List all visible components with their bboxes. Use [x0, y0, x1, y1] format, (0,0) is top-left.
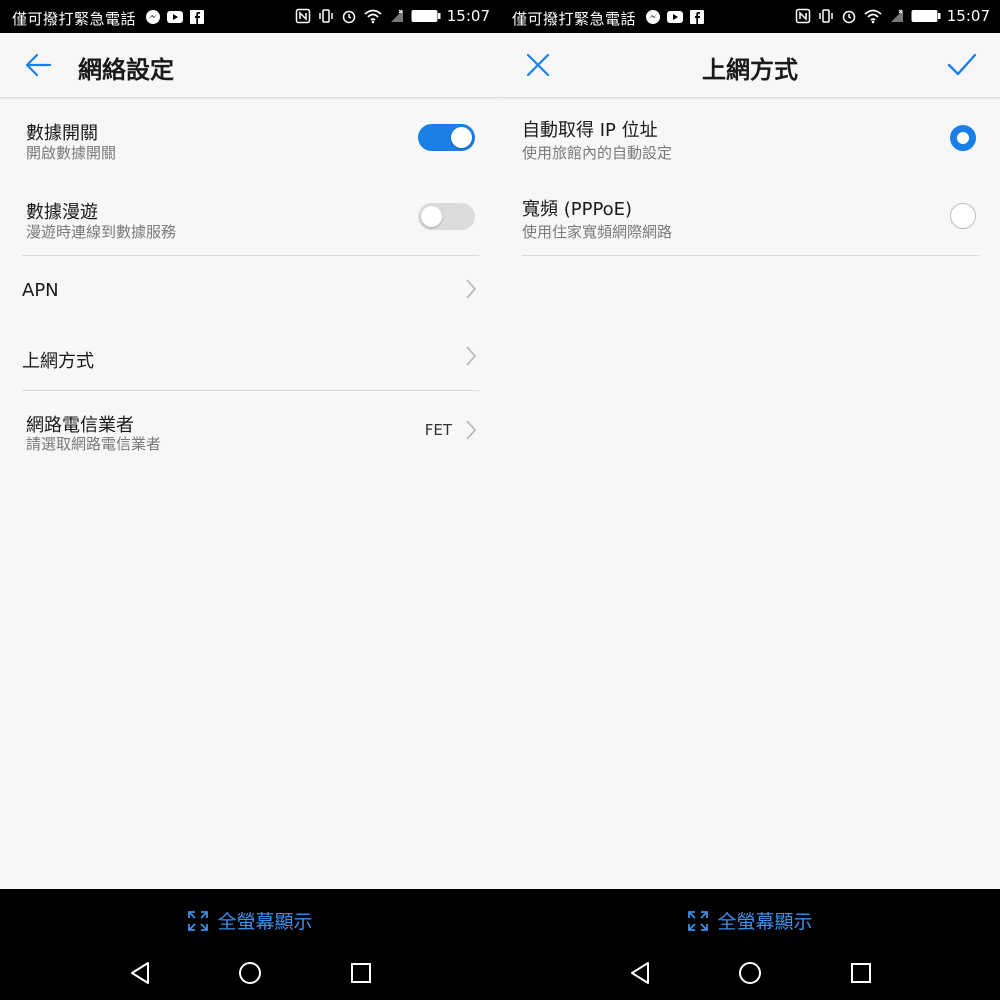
- mobile-data-subtitle: 開啟數據開關: [26, 144, 117, 162]
- nfc-icon: [795, 8, 811, 24]
- clock: 15:07: [946, 7, 990, 25]
- circle-home-icon: [739, 962, 761, 984]
- facebook-icon: [190, 10, 204, 24]
- confirm-button[interactable]: [942, 45, 982, 85]
- option-title: 自動取得 IP 位址: [522, 120, 658, 141]
- battery-icon: [411, 10, 441, 22]
- clock: 15:07: [446, 7, 490, 25]
- youtube-icon: [667, 11, 683, 23]
- status-indicators: 15:07: [295, 7, 490, 25]
- emergency-calls-only-text: 僅可撥打緊急電話: [512, 10, 637, 28]
- app-bar: 上網方式: [500, 33, 1000, 98]
- radio-selected[interactable]: [950, 125, 976, 151]
- fullscreen-display-label: 全螢幕顯示: [217, 911, 313, 933]
- expand-icon: [688, 910, 709, 931]
- network-operator-row[interactable]: 網路電信業者 請選取網路電信業者 FET: [0, 391, 500, 471]
- mobile-data-row[interactable]: 數據開關 開啟數據開關: [0, 98, 500, 178]
- network-operator-value: FET: [424, 421, 452, 439]
- back-arrow-icon: [25, 53, 52, 77]
- nav-recents-button[interactable]: [349, 961, 373, 985]
- triangle-back-icon: [631, 962, 649, 984]
- page-title: 網絡設定: [78, 56, 174, 84]
- nav-back-button[interactable]: [128, 961, 152, 985]
- youtube-icon: [167, 11, 183, 23]
- mobile-data-toggle[interactable]: [418, 124, 475, 151]
- chevron-right-icon: [466, 346, 477, 366]
- back-button[interactable]: [18, 45, 58, 85]
- triangle-back-icon: [131, 962, 149, 984]
- nfc-icon: [295, 8, 311, 24]
- toggle-knob: [451, 127, 472, 148]
- fullscreen-display-button[interactable]: 全螢幕顯示: [500, 907, 1000, 934]
- fullscreen-display-label: 全螢幕顯示: [717, 911, 813, 933]
- square-recents-icon: [851, 963, 871, 983]
- wifi-icon: [364, 9, 382, 24]
- option-auto-ip[interactable]: 自動取得 IP 位址 使用旅館內的自動設定: [500, 98, 1000, 178]
- circle-home-icon: [239, 962, 261, 984]
- status-indicators: 15:07: [795, 7, 990, 25]
- data-roaming-toggle[interactable]: [418, 203, 475, 230]
- nav-recents-button[interactable]: [849, 961, 873, 985]
- page-title: 上網方式: [702, 56, 798, 84]
- divider: [522, 255, 979, 256]
- apn-row[interactable]: APN: [0, 256, 500, 323]
- connection-method-row[interactable]: 上網方式: [0, 323, 500, 390]
- fullscreen-display-button[interactable]: 全螢幕顯示: [0, 907, 500, 934]
- wifi-icon: [864, 9, 882, 24]
- battery-icon: [911, 10, 941, 22]
- app-bar: 網絡設定: [0, 33, 500, 98]
- expand-icon: [188, 910, 209, 931]
- notification-icons: [645, 9, 705, 25]
- connection-method-label: 上網方式: [22, 351, 94, 372]
- nav-home-button[interactable]: [238, 961, 262, 985]
- radio-unselected[interactable]: [950, 203, 976, 229]
- facebook-icon: [690, 10, 704, 24]
- alarm-icon: [842, 10, 856, 24]
- chevron-right-icon: [466, 279, 477, 299]
- toggle-knob: [421, 206, 442, 227]
- nav-back-button[interactable]: [628, 961, 652, 985]
- status-bar: 僅可撥打緊急電話 15:07: [0, 0, 500, 33]
- option-title: 寬頻 (PPPoE): [522, 199, 633, 220]
- messenger-icon: [146, 10, 160, 24]
- messenger-icon: [646, 10, 660, 24]
- vibrate-icon: [319, 9, 333, 23]
- chevron-right-icon: [466, 420, 477, 440]
- connection-method-screen: 僅可撥打緊急電話 15:07 上網方式 自動取得 IP 位址 使用旅館內的自動設…: [500, 0, 1000, 1000]
- option-subtitle: 使用住家寬頻網際網路: [522, 223, 673, 241]
- nav-home-button[interactable]: [738, 961, 762, 985]
- notification-icons: [145, 9, 205, 25]
- emergency-calls-only-text: 僅可撥打緊急電話: [12, 10, 137, 28]
- no-signal-icon: [390, 9, 403, 22]
- checkmark-icon: [947, 53, 977, 76]
- bottom-bar: 全螢幕顯示: [0, 889, 500, 1000]
- no-signal-icon: [890, 9, 903, 22]
- status-bar: 僅可撥打緊急電話 15:07: [500, 0, 1000, 33]
- data-roaming-subtitle: 漫遊時連線到數據服務: [26, 223, 177, 241]
- square-recents-icon: [351, 963, 371, 983]
- network-settings-screen: 僅可撥打緊急電話 15:07 網絡設定 數據開關 開啟數據開關 數據漫遊 漫遊時…: [0, 0, 500, 1000]
- network-operator-subtitle: 請選取網路電信業者: [26, 435, 162, 453]
- option-subtitle: 使用旅館內的自動設定: [522, 144, 673, 162]
- vibrate-icon: [819, 9, 833, 23]
- data-roaming-row[interactable]: 數據漫遊 漫遊時連線到數據服務: [0, 178, 500, 256]
- alarm-icon: [342, 10, 356, 24]
- bottom-bar: 全螢幕顯示: [500, 889, 1000, 1000]
- apn-label: APN: [22, 280, 59, 301]
- option-pppoe[interactable]: 寬頻 (PPPoE) 使用住家寬頻網際網路: [500, 178, 1000, 255]
